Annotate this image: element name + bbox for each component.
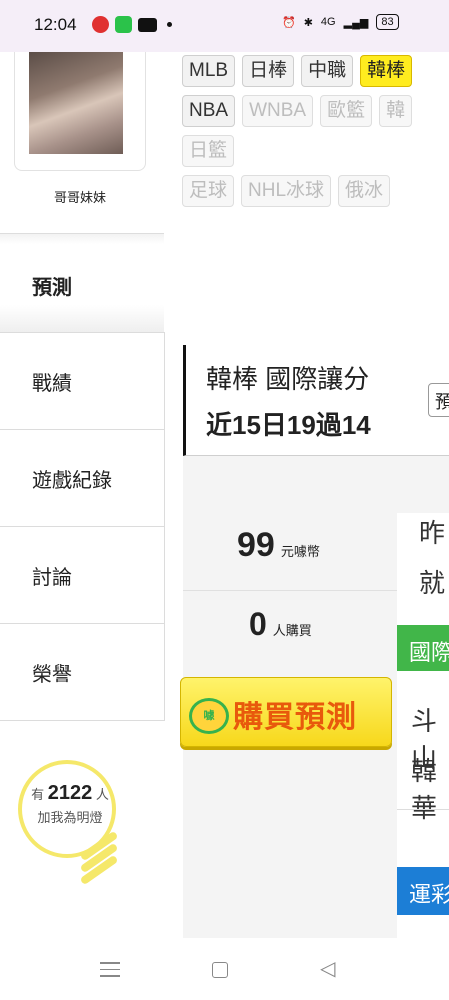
chip-wnba[interactable]: WNBA (242, 95, 314, 127)
more-dot-icon (167, 22, 172, 27)
left-sidebar: 哥哥妹妹 預測 戰績 遊戲紀錄 討論 榮譽 有 2122 人 加我為明燈 (0, 52, 165, 938)
menu-item-label: 戰績 (32, 373, 72, 395)
chip-cpbl[interactable]: 中職 (301, 55, 354, 87)
chip-soccer[interactable]: 足球 (182, 175, 235, 207)
category-chips: MLB 日棒 中職 韓棒 NBA WNBA 歐籃 韓 日籃 足球 NHL冰球 俄… (182, 55, 449, 215)
fans-prefix: 有 (31, 787, 45, 802)
status-time: 12:04 (34, 15, 77, 34)
network-label: 4G (320, 16, 336, 28)
youtube-icon (138, 17, 157, 32)
detail-text: 就 (419, 568, 446, 598)
detail-text: 昨 (419, 518, 446, 548)
chip-nhl[interactable]: NHL冰球 (241, 175, 332, 207)
menu-item-honor[interactable]: 榮譽 (0, 624, 164, 721)
bluetooth-icon: ✱ (303, 16, 313, 29)
follow-lamp-label: 加我為明燈 (37, 810, 103, 825)
prediction-button[interactable]: 預 (428, 383, 449, 417)
menu-item-game-history[interactable]: 遊戲紀錄 (0, 430, 164, 527)
fans-suffix: 人 (95, 787, 109, 802)
chip-mlb[interactable]: MLB (182, 55, 236, 87)
back-button[interactable]: ◁ (320, 956, 335, 981)
chip-japan-basketball[interactable]: 日籃 (182, 135, 235, 167)
prediction-header: 韓棒 國際讓分 近15日19過14 預 (183, 345, 449, 456)
menu-item-label: 預測 (32, 277, 72, 299)
profile-card[interactable] (14, 52, 146, 171)
chip-khl[interactable]: 俄冰 (338, 175, 391, 207)
system-icons: ⏰ ✱ 4G ▂▄▆ 83 (282, 14, 399, 30)
menu-item-discussion[interactable]: 討論 (0, 527, 164, 624)
chip-korea-basketball[interactable]: 韓 (379, 95, 413, 127)
divider (183, 590, 397, 591)
menu-item-label: 遊戲紀錄 (32, 470, 112, 492)
team-name: 韓華 (411, 756, 438, 823)
lightbulb-base-icon (78, 830, 120, 888)
signal-icon: ▂▄▆ (343, 16, 369, 29)
menu-item-prediction[interactable]: 預測 (0, 257, 164, 333)
tag-international: 國際 (397, 625, 449, 671)
home-button[interactable] (212, 962, 228, 978)
chip-kbo[interactable]: 韓棒 (360, 55, 413, 87)
buyers-count: 0 (249, 606, 267, 642)
menu-item-record[interactable]: 戰績 (0, 333, 164, 430)
fans-count: 2122 (47, 782, 93, 804)
menu-item-label: 榮譽 (32, 664, 72, 686)
wechat-icon (115, 16, 132, 33)
chip-npb[interactable]: 日棒 (242, 55, 295, 87)
navigation-bar: ◁ (0, 938, 449, 1000)
buy-prediction-button[interactable]: 噱 購買預測 (180, 677, 392, 747)
status-bar: 12:04 ⏰ ✱ 4G ▂▄▆ 83 (0, 0, 449, 52)
buyers: 0 人購買 (249, 606, 312, 643)
price: 99 元噱幣 (237, 526, 320, 565)
profile-name: 哥哥妹妹 (53, 190, 106, 205)
divider (397, 809, 449, 810)
buy-prediction-label: 購買預測 (233, 701, 357, 734)
menu-item-label: 討論 (32, 567, 72, 589)
follow-lamp-button[interactable]: 有 2122 人 加我為明燈 (10, 782, 130, 826)
battery-icon: 83 (376, 14, 399, 30)
alarm-icon: ⏰ (282, 16, 296, 29)
chip-euro-basketball[interactable]: 歐籃 (320, 95, 373, 127)
sidebar-menu: 戰績 遊戲紀錄 討論 榮譽 (0, 332, 165, 721)
price-unit: 元噱幣 (280, 544, 320, 559)
chip-nba[interactable]: NBA (182, 95, 236, 127)
prediction-panel: 韓棒 國際讓分 近15日19過14 預 99 元噱幣 0 人購買 噱 購買預測 昨 … (180, 345, 449, 983)
prediction-title: 韓棒 國際讓分 (206, 364, 370, 394)
notification-icons (92, 16, 172, 33)
buyers-unit: 人購買 (272, 623, 312, 638)
avatar[interactable] (29, 52, 123, 154)
price-value: 99 (237, 526, 275, 564)
coin-icon: 噱 (189, 698, 229, 734)
prediction-detail: 昨 就 國際 斗山 韓華 運彩 (397, 513, 449, 983)
prediction-record: 近15日19過14 (206, 410, 371, 440)
divider (0, 233, 164, 244)
recent-apps-button[interactable] (100, 962, 120, 982)
tag-sports-lottery: 運彩 (397, 867, 449, 915)
app-notification-icon (92, 16, 109, 33)
